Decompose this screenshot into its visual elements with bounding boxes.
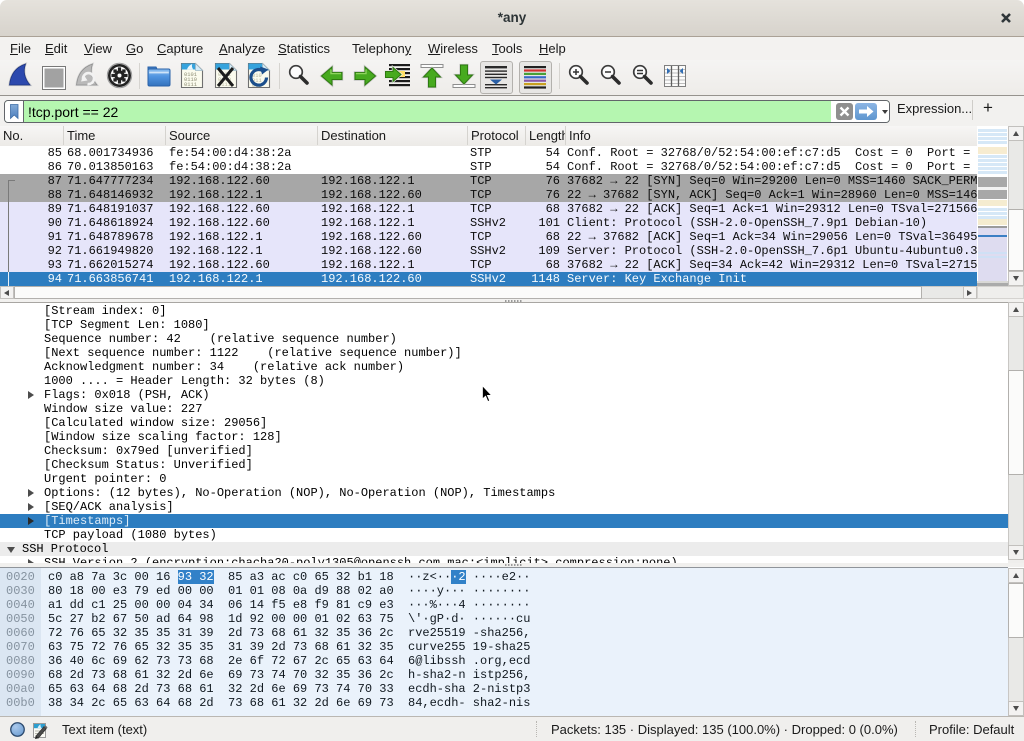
svg-text:0111: 0111 xyxy=(184,82,197,88)
